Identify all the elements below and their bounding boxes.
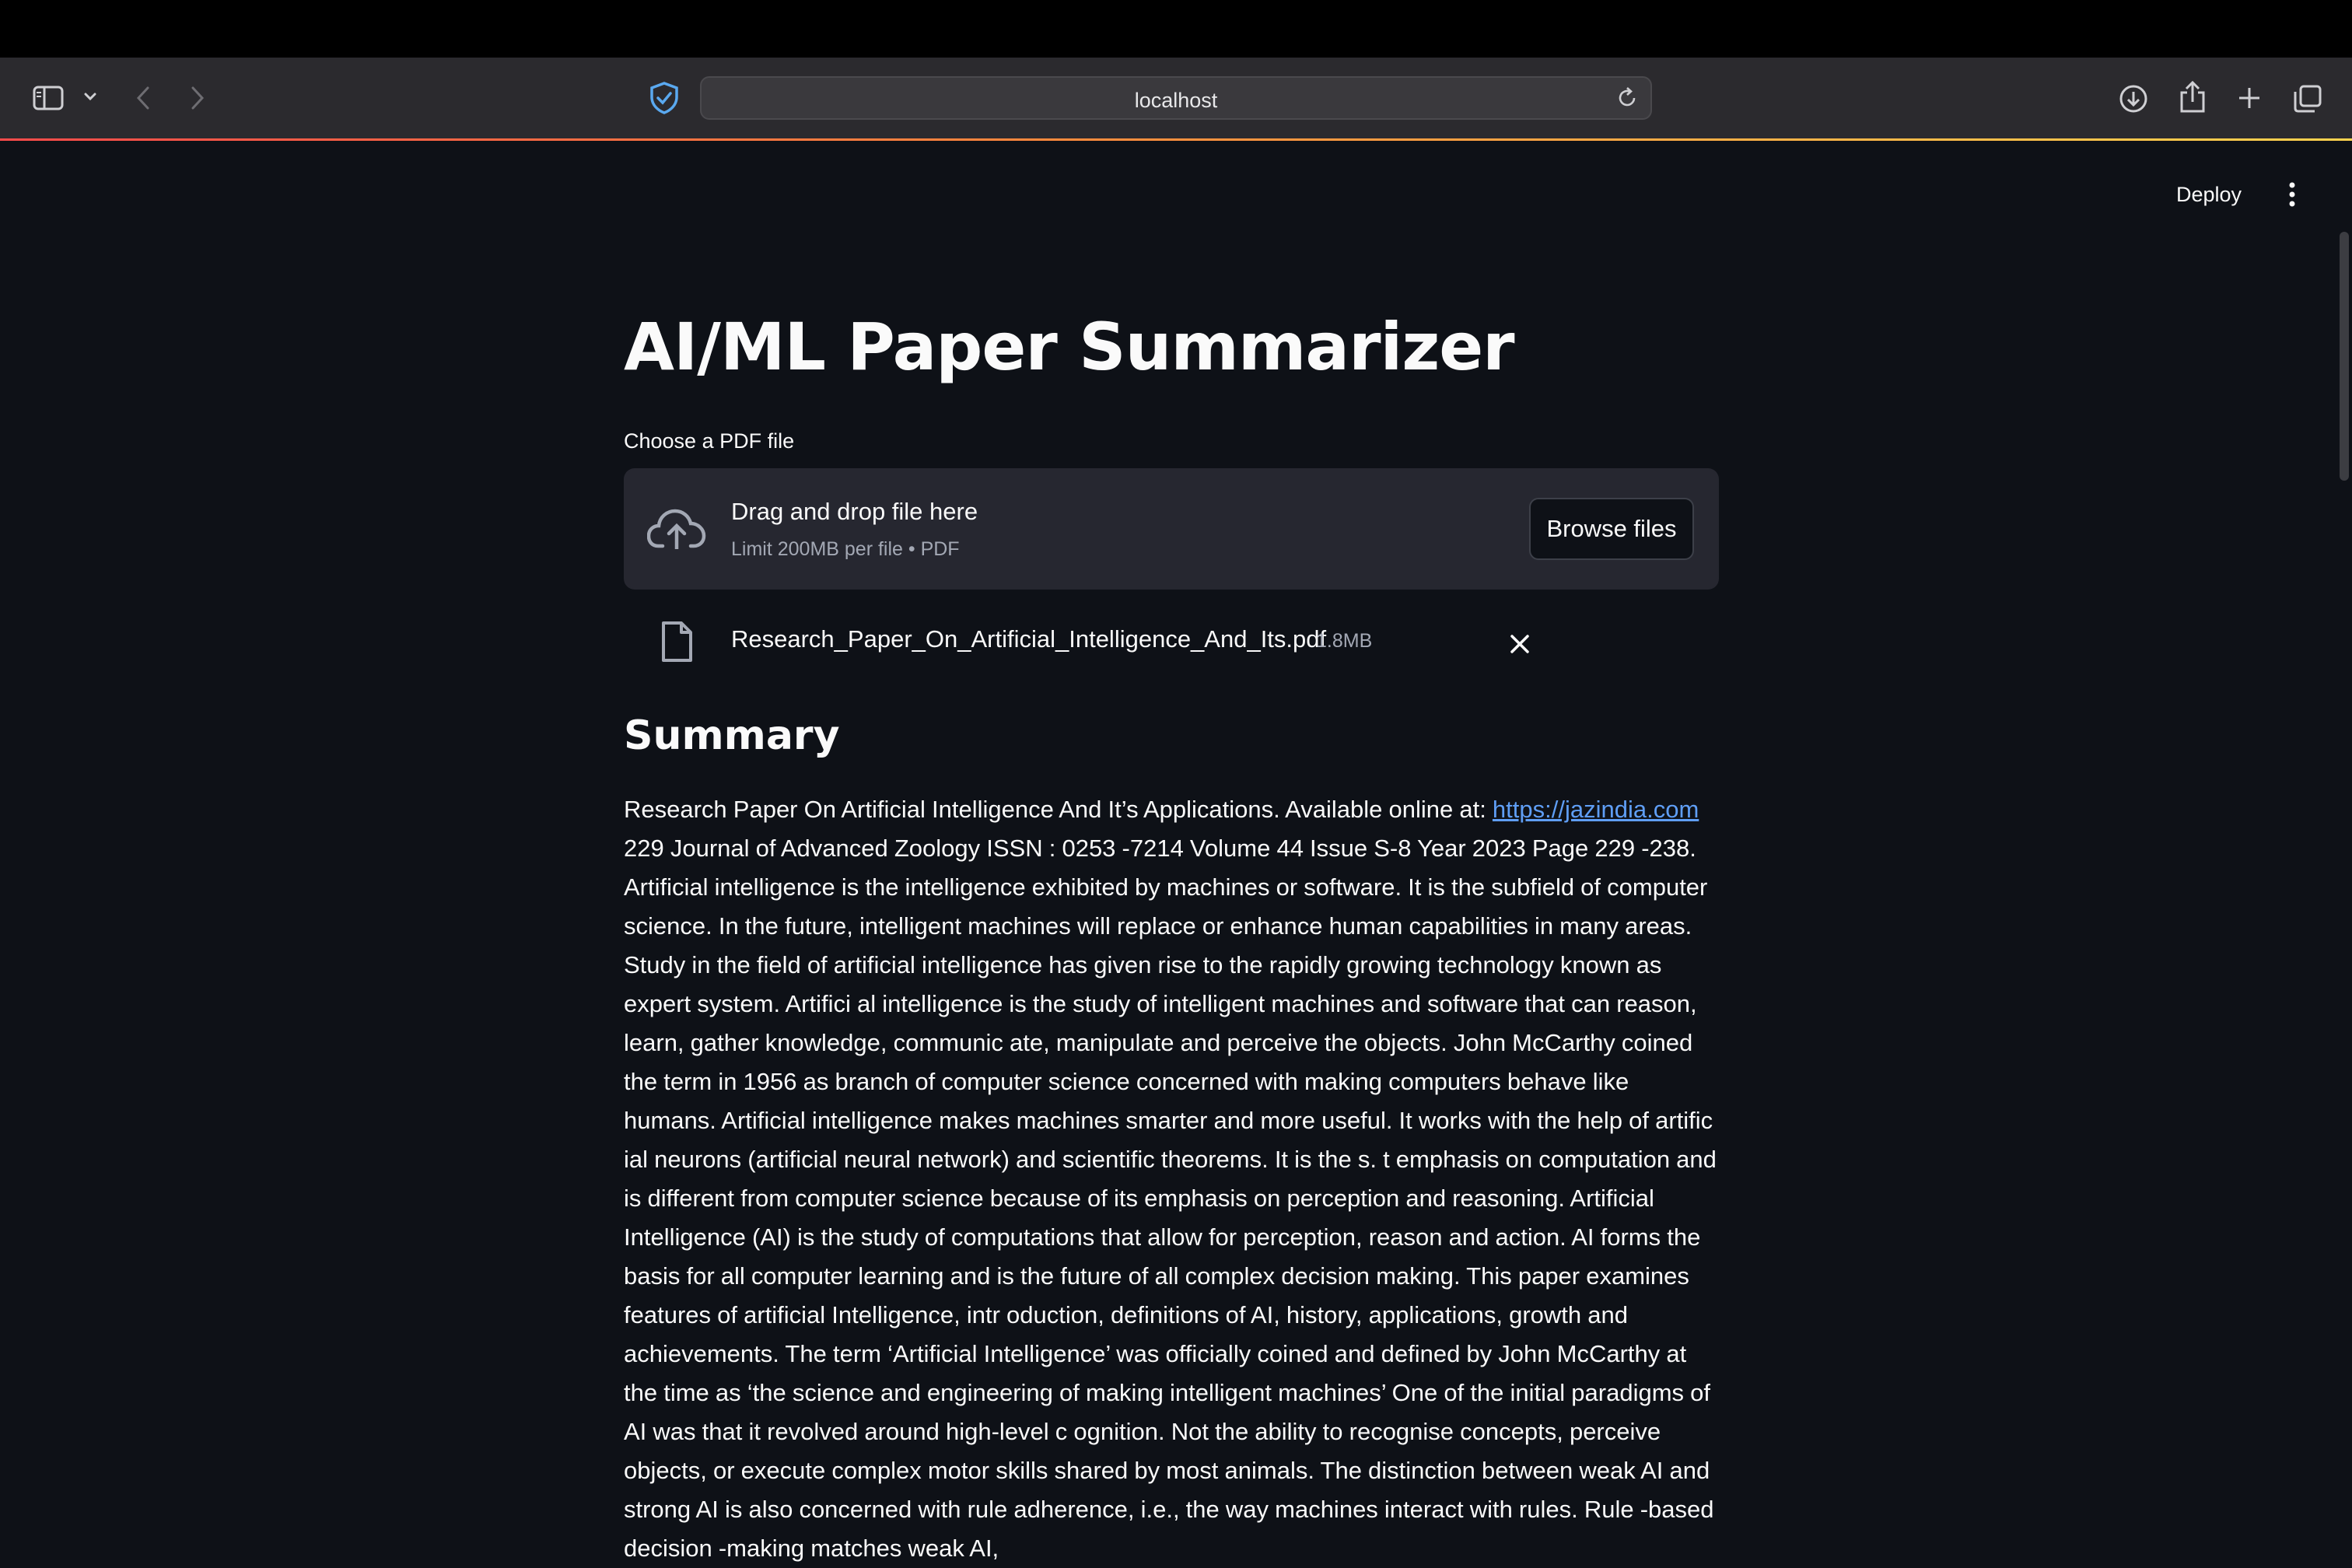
browse-files-button[interactable]: Browse files <box>1529 498 1694 560</box>
main-content: AI/ML Paper Summarizer Choose a PDF file… <box>624 309 1719 1562</box>
sidebar-toggle-icon[interactable] <box>31 81 65 115</box>
summary-text: Research Paper On Artificial Intelligenc… <box>624 790 1722 1568</box>
cloud-upload-icon <box>646 507 706 552</box>
chevron-down-icon[interactable] <box>81 87 100 106</box>
uploaded-file-row: Research_Paper_On_Artificial_Intelligenc… <box>624 613 1719 678</box>
file-uploader-label: Choose a PDF file <box>624 429 795 453</box>
file-dropzone[interactable]: Drag and drop file here Limit 200MB per … <box>624 468 1719 590</box>
address-bar-url: localhost <box>1134 89 1218 112</box>
share-icon[interactable] <box>2175 78 2210 117</box>
dropzone-limit-text: Limit 200MB per file • PDF <box>731 538 960 560</box>
privacy-shield-icon[interactable] <box>647 79 681 117</box>
uploaded-file-name: Research_Paper_On_Artificial_Intelligenc… <box>731 625 1327 653</box>
reload-icon[interactable] <box>1613 84 1641 112</box>
remove-file-close-icon[interactable] <box>1503 627 1537 661</box>
deploy-button[interactable]: Deploy <box>2165 177 2252 212</box>
summary-text-body: 229 Journal of Advanced Zoology ISSN : 0… <box>624 835 1717 1562</box>
page-load-indicator <box>0 138 2352 141</box>
page-title: AI/ML Paper Summarizer <box>624 309 1515 385</box>
downloads-icon[interactable] <box>2116 81 2151 117</box>
back-arrow-icon[interactable] <box>129 81 157 115</box>
file-document-icon <box>660 621 694 663</box>
forward-arrow-icon[interactable] <box>184 81 212 115</box>
page-scrollbar[interactable] <box>2340 232 2349 481</box>
address-bar[interactable]: localhost <box>700 76 1652 120</box>
source-link[interactable]: https://jazindia.com <box>1493 796 1699 823</box>
tab-overview-icon[interactable] <box>2290 81 2326 117</box>
main-menu-kebab-icon[interactable] <box>2280 179 2304 210</box>
summary-text-intro: Research Paper On Artificial Intelligenc… <box>624 796 1493 823</box>
summary-heading: Summary <box>624 712 840 759</box>
uploaded-file-size: 1.8MB <box>1316 630 1373 652</box>
new-tab-plus-icon[interactable] <box>2232 81 2266 115</box>
os-menubar-strip <box>0 0 2352 58</box>
dropzone-instructions: Drag and drop file here <box>731 498 978 525</box>
